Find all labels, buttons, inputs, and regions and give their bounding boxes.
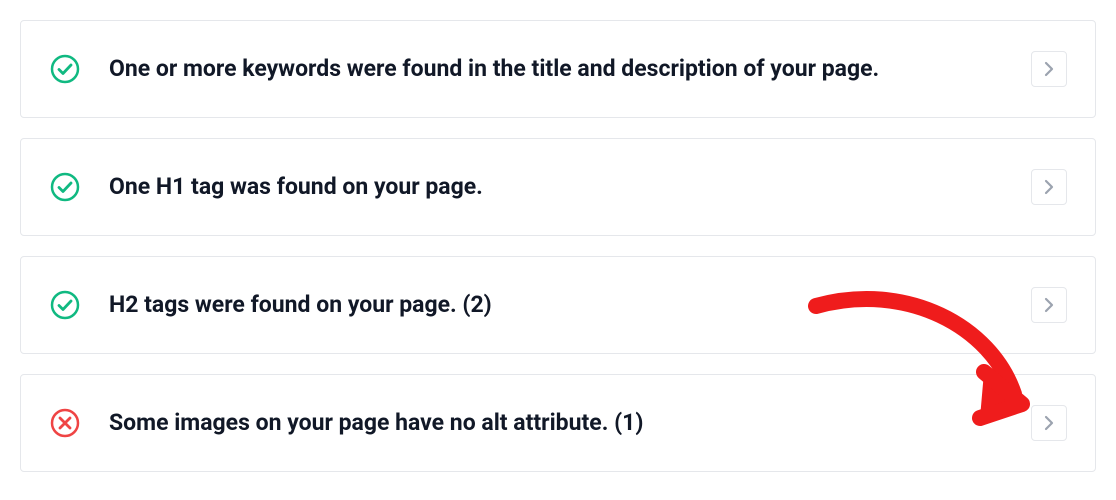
check-message: One or more keywords were found in the t…	[109, 54, 1031, 84]
expand-button[interactable]	[1031, 287, 1067, 323]
expand-button[interactable]	[1031, 51, 1067, 87]
seo-checklist: One or more keywords were found in the t…	[20, 20, 1096, 472]
chevron-right-icon	[1044, 61, 1054, 77]
check-pass-icon	[49, 289, 81, 321]
expand-button[interactable]	[1031, 169, 1067, 205]
check-pass-icon	[49, 53, 81, 85]
check-row-h1: One H1 tag was found on your page.	[20, 138, 1096, 236]
check-message: H2 tags were found on your page. (2)	[109, 290, 1031, 320]
chevron-right-icon	[1044, 415, 1054, 431]
chevron-right-icon	[1044, 297, 1054, 313]
check-pass-icon	[49, 171, 81, 203]
check-message: One H1 tag was found on your page.	[109, 172, 1031, 202]
check-fail-icon	[49, 407, 81, 439]
check-row-h2: H2 tags were found on your page. (2)	[20, 256, 1096, 354]
check-row-keywords: One or more keywords were found in the t…	[20, 20, 1096, 118]
chevron-right-icon	[1044, 179, 1054, 195]
expand-button[interactable]	[1031, 405, 1067, 441]
check-message: Some images on your page have no alt att…	[109, 408, 1031, 438]
check-row-alt-missing: Some images on your page have no alt att…	[20, 374, 1096, 472]
